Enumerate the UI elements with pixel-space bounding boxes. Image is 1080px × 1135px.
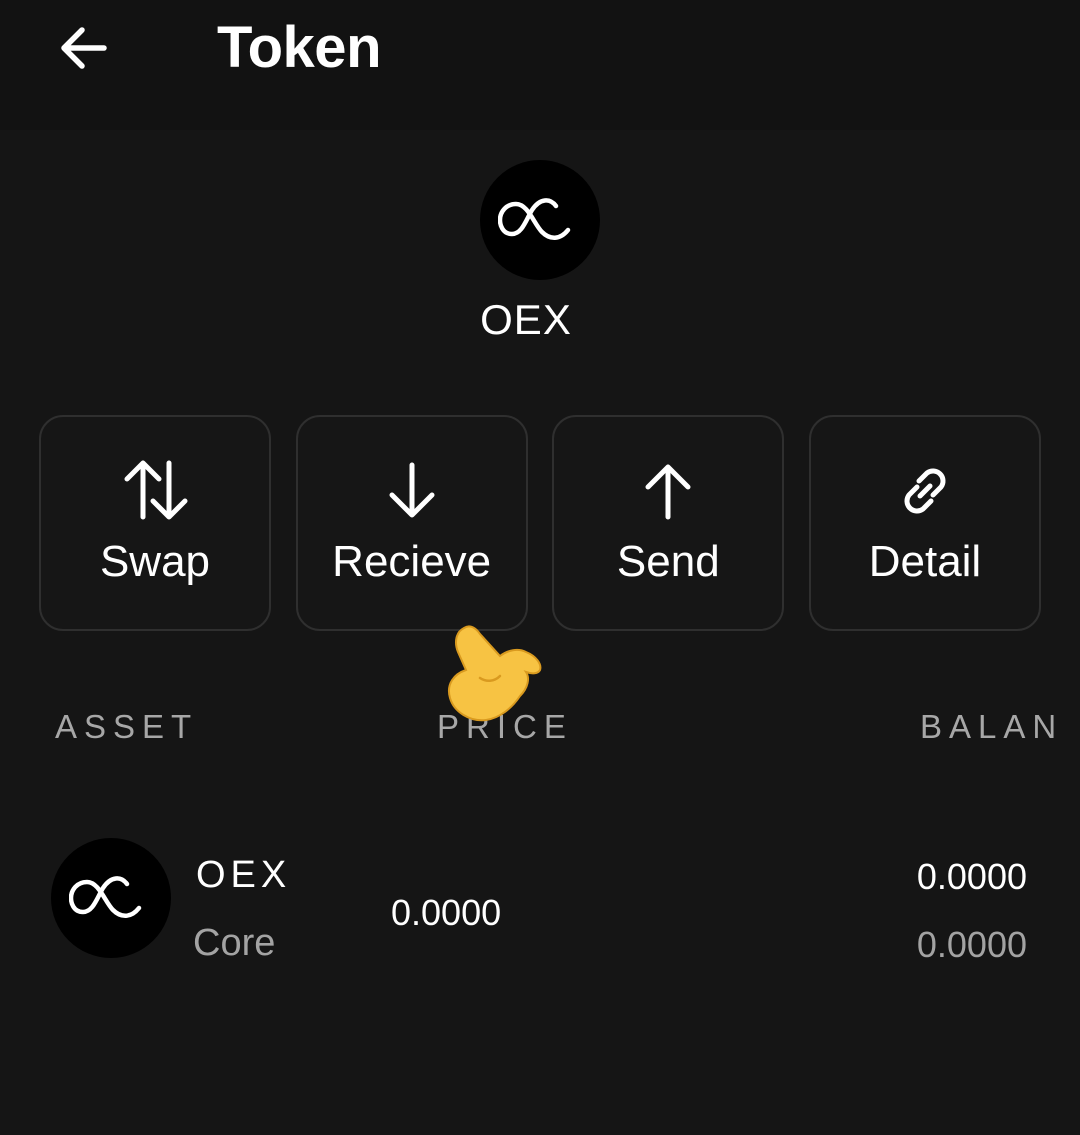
detail-label: Detail bbox=[868, 537, 982, 586]
send-label: Send bbox=[616, 537, 720, 586]
receive-button[interactable]: Recieve bbox=[295, 415, 528, 631]
arrow-left-icon bbox=[61, 27, 107, 69]
price-column-header: PRICE bbox=[437, 708, 573, 745]
arrow-down-icon bbox=[376, 455, 448, 527]
token-name: OEX bbox=[480, 296, 572, 343]
asset-row[interactable]: OEX Core 0.0000 0.0000 0.0000 bbox=[0, 820, 1080, 980]
balance-column-header: BALAN bbox=[920, 708, 1064, 745]
action-buttons: Swap Recieve Send Detail bbox=[39, 415, 1041, 633]
swap-arrows-icon bbox=[119, 455, 191, 527]
asset-symbol: OEX bbox=[196, 854, 292, 896]
swap-label: Swap bbox=[99, 537, 211, 586]
asset-logo bbox=[51, 838, 171, 958]
asset-price: 0.0000 bbox=[391, 892, 502, 933]
token-logo bbox=[480, 160, 600, 280]
arrow-up-icon bbox=[632, 455, 704, 527]
asset-column-header: ASSET bbox=[55, 708, 199, 745]
detail-button[interactable]: Detail bbox=[808, 415, 1041, 631]
asset-balance-value: 0.0000 bbox=[916, 924, 1027, 965]
asset-balance: 0.0000 bbox=[916, 856, 1027, 897]
receive-label: Recieve bbox=[332, 537, 492, 586]
asset-network: Core bbox=[193, 922, 276, 964]
top-app-bar: Token bbox=[0, 0, 1080, 130]
swap-button[interactable]: Swap bbox=[39, 415, 271, 631]
page-title: Token bbox=[217, 15, 382, 80]
send-button[interactable]: Send bbox=[552, 415, 785, 631]
back-button[interactable] bbox=[56, 20, 112, 76]
oex-logo-icon bbox=[498, 198, 571, 240]
oex-logo-icon bbox=[69, 876, 142, 918]
link-icon bbox=[889, 455, 961, 527]
